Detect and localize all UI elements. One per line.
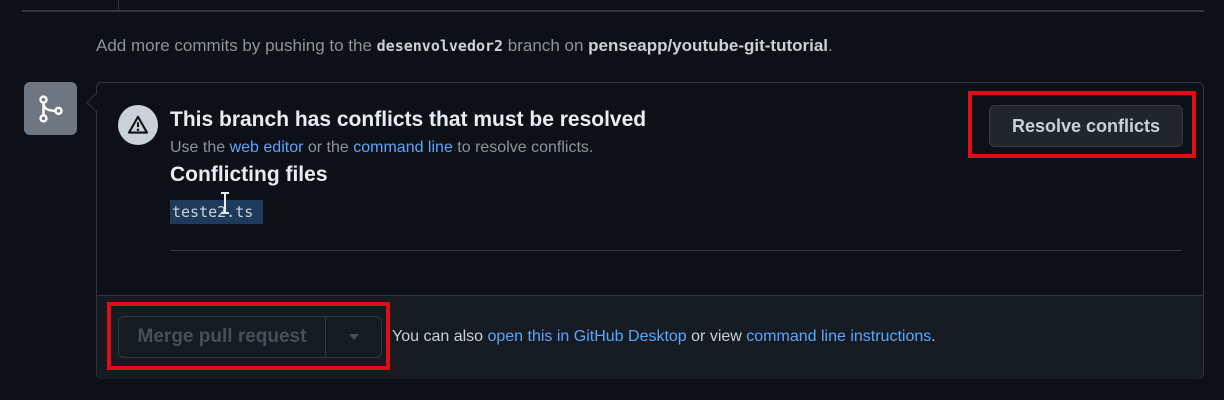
- conflict-subtitle-or: or the: [303, 139, 354, 156]
- push-hint-prefix: Add more commits by pushing to the: [96, 36, 377, 55]
- timeline-top-border: [22, 0, 1204, 12]
- command-line-link[interactable]: command line: [353, 139, 453, 156]
- github-desktop-link[interactable]: open this in GitHub Desktop: [487, 328, 686, 345]
- push-hint-middle: branch on: [503, 36, 589, 55]
- push-hint-suffix: .: [828, 36, 833, 55]
- text-cursor-icon: [220, 192, 230, 219]
- section-divider: [170, 250, 1182, 251]
- push-hint: Add more commits by pushing to the desen…: [96, 36, 833, 56]
- conflict-title: This branch has conflicts that must be r…: [170, 108, 647, 131]
- conflict-subtitle-prefix: Use the: [170, 139, 230, 156]
- web-editor-link[interactable]: web editor: [230, 139, 304, 156]
- command-line-instructions-link[interactable]: command line instructions: [746, 328, 931, 345]
- footer-prefix: You can also: [392, 328, 488, 345]
- conflict-subtitle-suffix: to resolve conflicts.: [452, 139, 594, 156]
- conflicting-file[interactable]: teste2.ts: [170, 200, 264, 224]
- footer-text: You can also open this in GitHub Desktop…: [392, 328, 936, 346]
- footer-middle: or view: [686, 328, 747, 345]
- repo-name: penseapp/youtube-git-tutorial: [588, 36, 829, 55]
- conflict-subtitle: Use the web editor or the command line t…: [170, 139, 593, 157]
- resolve-highlight-box: [968, 91, 1196, 158]
- alert-icon: [118, 105, 158, 145]
- branch-name: desenvolvedor2: [376, 37, 504, 55]
- merge-highlight-box: [107, 302, 390, 370]
- conflicting-files-title: Conflicting files: [170, 163, 328, 186]
- git-merge-icon: [24, 82, 77, 135]
- footer-suffix: .: [931, 328, 936, 345]
